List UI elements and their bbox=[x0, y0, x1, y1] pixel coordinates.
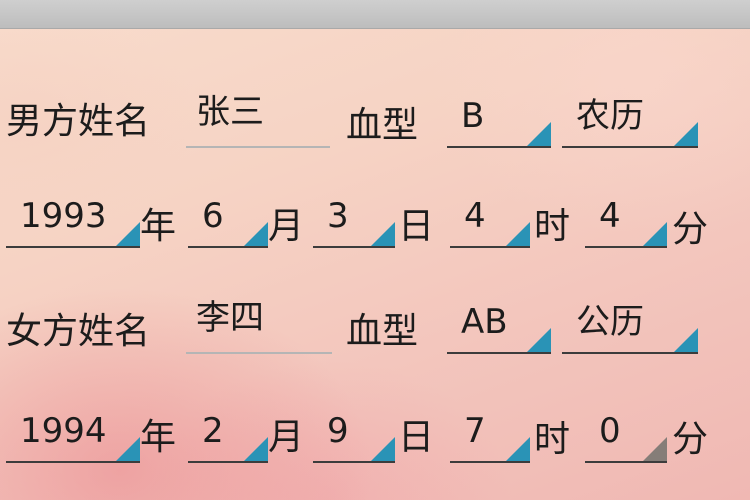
female-year-select[interactable]: 1994 bbox=[6, 411, 140, 463]
male-day-value: 3 bbox=[327, 196, 349, 236]
male-calendar-value: 农历 bbox=[576, 96, 644, 136]
male-blood-select[interactable]: B bbox=[447, 96, 551, 148]
male-minute-select[interactable]: 4 bbox=[585, 196, 667, 248]
male-day-unit: 日 bbox=[398, 206, 435, 247]
male-month-select[interactable]: 6 bbox=[188, 196, 268, 248]
male-name-input[interactable]: 张三 bbox=[186, 92, 330, 148]
female-minute-value: 0 bbox=[599, 411, 621, 451]
female-calendar-select[interactable]: 公历 bbox=[562, 302, 698, 354]
female-name-input[interactable]: 李四 bbox=[186, 298, 332, 354]
female-day-value: 9 bbox=[327, 411, 349, 451]
female-year-unit: 年 bbox=[140, 417, 177, 458]
female-name-label: 女方姓名 bbox=[6, 311, 151, 352]
male-month-unit: 月 bbox=[268, 206, 305, 247]
male-year-unit: 年 bbox=[140, 206, 177, 247]
male-year-value: 1993 bbox=[20, 196, 107, 236]
female-month-value: 2 bbox=[202, 411, 224, 451]
male-hour-value: 4 bbox=[464, 196, 486, 236]
female-month-unit: 月 bbox=[268, 417, 305, 458]
male-blood-label: 血型 bbox=[346, 105, 419, 146]
male-name-value: 张三 bbox=[196, 92, 264, 132]
female-year-value: 1994 bbox=[20, 411, 107, 451]
male-calendar-select[interactable]: 农历 bbox=[562, 96, 698, 148]
female-hour-value: 7 bbox=[464, 411, 486, 451]
female-blood-select[interactable]: AB bbox=[447, 302, 551, 354]
female-day-unit: 日 bbox=[398, 417, 435, 458]
male-hour-unit: 时 bbox=[534, 206, 571, 247]
female-calendar-value: 公历 bbox=[576, 302, 644, 342]
female-month-select[interactable]: 2 bbox=[188, 411, 268, 463]
male-month-value: 6 bbox=[202, 196, 224, 236]
female-minute-unit: 分 bbox=[672, 419, 709, 460]
female-day-select[interactable]: 9 bbox=[313, 411, 395, 463]
male-hour-select[interactable]: 4 bbox=[450, 196, 530, 248]
male-name-label: 男方姓名 bbox=[6, 101, 151, 142]
female-hour-unit: 时 bbox=[534, 419, 571, 460]
male-day-select[interactable]: 3 bbox=[313, 196, 395, 248]
female-minute-select[interactable]: 0 bbox=[585, 411, 667, 463]
female-hour-select[interactable]: 7 bbox=[450, 411, 530, 463]
male-blood-value: B bbox=[461, 96, 485, 136]
male-minute-value: 4 bbox=[599, 196, 621, 236]
window-title-bar bbox=[0, 0, 750, 29]
male-minute-unit: 分 bbox=[672, 209, 709, 250]
female-blood-value: AB bbox=[461, 302, 508, 342]
female-name-value: 李四 bbox=[196, 298, 264, 338]
male-year-select[interactable]: 1993 bbox=[6, 196, 140, 248]
female-blood-label: 血型 bbox=[346, 311, 419, 352]
